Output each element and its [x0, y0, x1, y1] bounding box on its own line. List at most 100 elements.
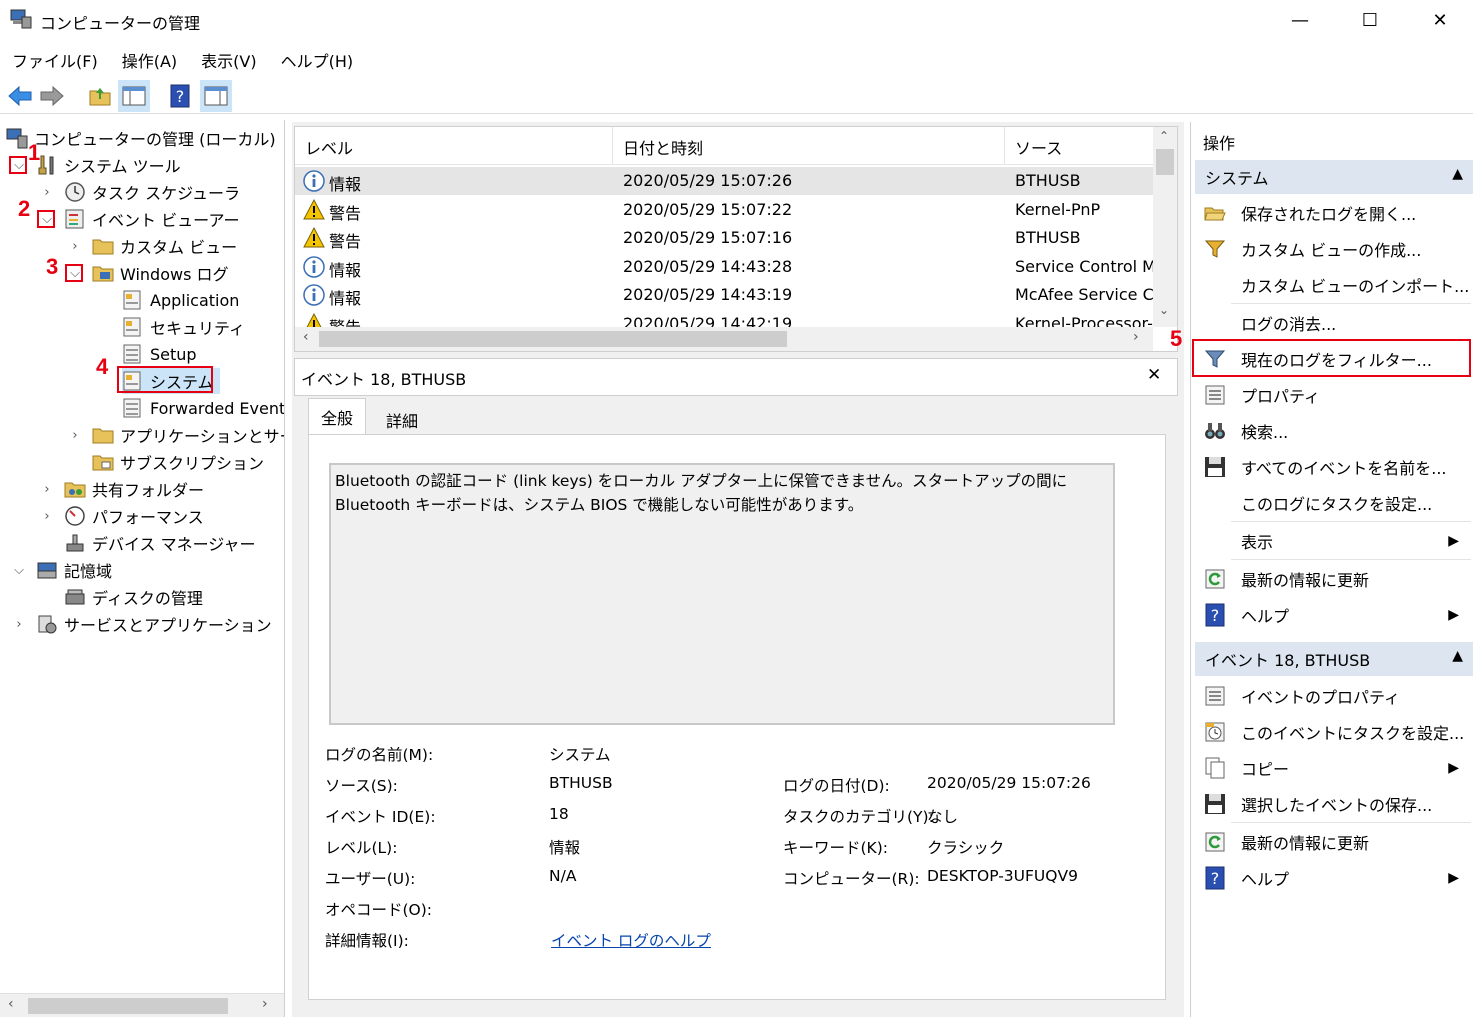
tree-application-label: Application — [150, 290, 240, 310]
action-open-saved-log[interactable]: 保存されたログを開く... — [1195, 195, 1471, 231]
expand-custom-view[interactable]: › — [68, 239, 82, 254]
separator — [1231, 559, 1471, 560]
tree-shared-folders[interactable]: 共有フォルダー — [64, 476, 204, 502]
log-name-label: ログの名前(M): — [325, 746, 434, 764]
tree-security[interactable]: セキュリティ — [122, 314, 245, 340]
tree-device-manager[interactable]: デバイス マネージャー — [64, 530, 256, 556]
scroll-right-icon[interactable]: › — [1133, 329, 1139, 345]
tree-performance[interactable]: パフォーマンス — [64, 503, 204, 529]
actions-section-system[interactable]: システム ▲ — [1195, 160, 1473, 194]
opcode-label: オペコード(O): — [325, 901, 433, 919]
level-label: レベル(L): — [325, 839, 398, 857]
table-row[interactable]: 情報 2020/05/29 15:07:26 BTHUSB — [295, 167, 1153, 195]
computer-management-icon — [6, 128, 28, 149]
scroll-left-icon[interactable]: ‹ — [303, 329, 309, 345]
expand-services-apps[interactable]: › — [12, 617, 26, 632]
close-detail-icon[interactable]: ✕ — [1147, 365, 1161, 385]
menu-file[interactable]: ファイル(F) — [0, 44, 110, 74]
event-log-help-link[interactable]: イベント ログのヘルプ — [551, 929, 711, 951]
action-event-properties[interactable]: イベントのプロパティ — [1195, 678, 1471, 714]
table-row[interactable]: 情報 2020/05/29 14:43:19 McAfee Service Cc — [295, 281, 1153, 309]
refresh-icon — [1205, 569, 1225, 589]
expand-shared-folders[interactable]: › — [40, 482, 54, 497]
tree-subscriptions[interactable]: サブスクリプション — [92, 449, 264, 475]
show-hide-action-pane-button[interactable] — [200, 80, 232, 112]
minimize-button[interactable]: — — [1265, 0, 1335, 40]
tree-horizontal-scrollbar[interactable]: ‹ › — [0, 993, 284, 1017]
tree-forwarded-events[interactable]: Forwarded Event — [122, 395, 284, 421]
forward-button[interactable] — [36, 80, 68, 112]
menu-view[interactable]: 表示(V) — [189, 44, 268, 74]
tree-custom-view[interactable]: カスタム ビュー — [92, 233, 237, 259]
scroll-up-icon[interactable]: ⌃ — [1159, 129, 1169, 143]
expand-storage[interactable]: ⌵ — [12, 563, 26, 578]
tree-windows-logs-label: Windows ログ — [120, 265, 229, 284]
tab-details[interactable]: 詳細 — [374, 402, 430, 438]
event-list-header: レベル 日付と時刻 ソース — [295, 127, 1153, 165]
show-hide-tree-button[interactable] — [118, 80, 150, 112]
column-source[interactable]: ソース — [1005, 127, 1153, 164]
tree-application[interactable]: Application — [122, 287, 239, 313]
tree-task-scheduler[interactable]: タスク スケジューラ — [64, 179, 240, 205]
action-refresh-event[interactable]: 最新の情報に更新 — [1195, 824, 1471, 860]
action-help[interactable]: ? ヘルプ ▶ — [1195, 597, 1471, 633]
tree-setup[interactable]: Setup — [122, 341, 197, 367]
expand-performance[interactable]: › — [40, 509, 54, 524]
subscription-icon — [92, 455, 114, 471]
up-folder-button[interactable] — [84, 80, 116, 112]
properties-icon — [1205, 686, 1225, 706]
annotation-number-5: 5 — [1170, 326, 1183, 351]
column-level[interactable]: レベル — [295, 127, 613, 164]
action-clear-log[interactable]: ログの消去... — [1195, 305, 1471, 341]
event-list-horizontal-scrollbar[interactable]: ‹ › — [295, 327, 1153, 351]
expand-apps-services[interactable]: › — [68, 428, 82, 443]
maximize-button[interactable]: ☐ — [1335, 0, 1405, 40]
scroll-left-icon[interactable]: ‹ — [8, 996, 14, 1012]
event-id-label: イベント ID(E): — [325, 808, 436, 826]
tree-system-tools[interactable]: システム ツール — [36, 152, 181, 178]
action-create-custom-view[interactable]: カスタム ビューの作成... — [1195, 231, 1471, 267]
tree-root[interactable]: コンピューターの管理 (ローカル) — [6, 125, 276, 151]
tree-storage[interactable]: 記憶域 — [36, 557, 112, 583]
tree-services-apps[interactable]: サービスとアプリケーション — [36, 611, 272, 637]
close-button[interactable]: ✕ — [1405, 0, 1473, 40]
action-properties[interactable]: プロパティ — [1195, 377, 1471, 413]
scroll-right-icon[interactable]: › — [262, 996, 268, 1012]
action-save-all-events[interactable]: すべてのイベントを名前を... — [1195, 449, 1471, 485]
tree-disk-management[interactable]: ディスクの管理 — [64, 584, 203, 610]
action-attach-task-to-log[interactable]: このログにタスクを設定... — [1195, 485, 1471, 521]
action-save-selected-events[interactable]: 選択したイベントの保存... — [1195, 786, 1471, 822]
collapse-up-icon[interactable]: ▲ — [1452, 166, 1463, 182]
scroll-down-icon[interactable]: ⌄ — [1159, 303, 1169, 317]
expand-task-scheduler[interactable]: › — [40, 185, 54, 200]
help-button[interactable]: ? — [164, 80, 196, 112]
action-refresh[interactable]: 最新の情報に更新 — [1195, 561, 1471, 597]
column-datetime[interactable]: 日付と時刻 — [613, 127, 1005, 164]
collapse-up-icon[interactable]: ▲ — [1452, 648, 1463, 664]
action-view[interactable]: 表示 ▶ — [1195, 523, 1471, 559]
table-row[interactable]: 警告 2020/05/29 15:07:22 Kernel-PnP — [295, 196, 1153, 224]
copy-icon — [1205, 757, 1225, 779]
actions-section-event[interactable]: イベント 18, BTHUSB ▲ — [1195, 642, 1473, 676]
back-button[interactable] — [4, 80, 36, 112]
scrollbar-thumb[interactable] — [319, 331, 787, 347]
scrollbar-thumb[interactable] — [1156, 149, 1174, 175]
action-import-custom-view-label: カスタム ビューのインポート... — [1241, 277, 1470, 296]
action-attach-task-to-event[interactable]: このイベントにタスクを設定... — [1195, 714, 1471, 750]
tree-apps-services[interactable]: アプリケーションとサービ — [92, 422, 284, 448]
scrollbar-thumb[interactable] — [28, 998, 228, 1014]
table-row[interactable]: 警告 2020/05/29 15:07:16 BTHUSB — [295, 224, 1153, 252]
event-list-vertical-scrollbar[interactable]: ⌃ ⌄ — [1153, 127, 1177, 327]
action-copy[interactable]: コピー ▶ — [1195, 750, 1471, 786]
menu-action[interactable]: 操作(A) — [110, 44, 189, 74]
table-row[interactable]: 情報 2020/05/29 14:43:28 Service Control M — [295, 253, 1153, 281]
submenu-arrow-icon: ▶ — [1448, 607, 1459, 623]
tree-windows-logs[interactable]: Windows ログ — [92, 260, 229, 286]
action-import-custom-view[interactable]: カスタム ビューのインポート... — [1195, 267, 1471, 303]
menu-help[interactable]: ヘルプ(H) — [269, 44, 366, 74]
action-help-event[interactable]: ? ヘルプ ▶ — [1195, 860, 1471, 896]
action-find[interactable]: 検索... — [1195, 413, 1471, 449]
tree-event-viewer[interactable]: イベント ビューアー — [64, 206, 240, 232]
row-level: 情報 — [329, 260, 362, 280]
tab-general[interactable]: 全般 — [308, 398, 367, 434]
